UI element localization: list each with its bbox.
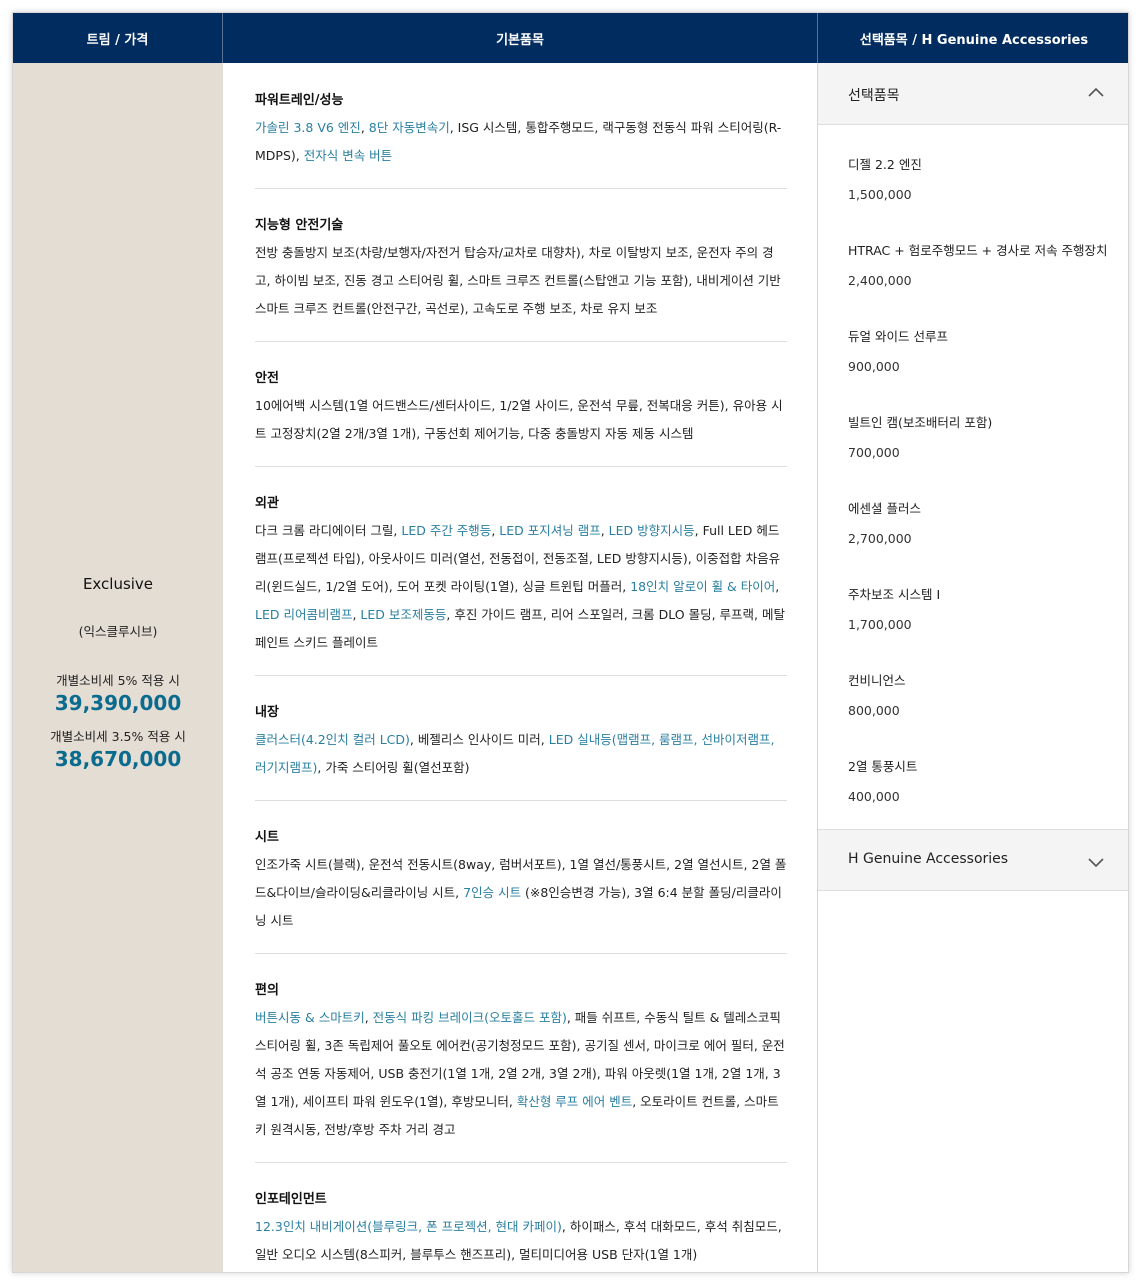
highlighted-feature: 12.3인치 내비게이션(블루링크, 폰 프로젝션, 현대 카페이) xyxy=(255,1219,562,1234)
option-item: 디젤 2.2 엔진 1,500,000 xyxy=(848,154,1118,202)
highlighted-feature: LED 리어콤비램프 xyxy=(255,607,353,622)
section-seats: 시트 인조가죽 시트(블랙), 운전석 전동시트(8way, 럼버서포트), 1… xyxy=(255,826,787,954)
section-divider xyxy=(255,800,787,801)
section-title: 지능형 안전기술 xyxy=(255,218,344,233)
section-body: 클러스터(4.2인치 컬러 LCD), 베젤리스 인사이드 미러, LED 실내… xyxy=(255,726,787,782)
option-price: 1,500,000 xyxy=(848,187,912,202)
trim-name: Exclusive xyxy=(82,575,154,593)
feature-text: , 가죽 스티어링 휠(열선포함) xyxy=(317,760,470,775)
highlighted-feature: LED 주간 주행등 xyxy=(401,523,492,538)
option-name: 디젤 2.2 엔진 xyxy=(848,157,922,172)
option-price: 900,000 xyxy=(848,359,900,374)
options-accordion-title: 선택품목 xyxy=(848,88,900,104)
option-name: 에센셜 플러스 xyxy=(848,501,921,516)
tax-label-3-5: 개별소비세 3.5% 적용 시 xyxy=(50,729,186,744)
section-title: 편의 xyxy=(255,983,279,998)
section-convenience: 편의 버튼시동 & 스마트키, 전동식 파킹 브레이크(오토홀드 포함), 패들… xyxy=(255,979,787,1163)
feature-text: , xyxy=(775,579,780,594)
section-divider xyxy=(255,675,787,676)
section-body: 인조가죽 시트(블랙), 운전석 전동시트(8way, 럼버서포트), 1열 열… xyxy=(255,851,787,935)
highlighted-feature: 전자식 변속 버튼 xyxy=(303,148,393,163)
section-exterior: 외관 다크 크롬 라디에이터 그릴, LED 주간 주행등, LED 포지셔닝 … xyxy=(255,492,787,676)
section-body: 가솔린 3.8 V6 엔진, 8단 자동변속기, ISG 시스템, 통합주행모드… xyxy=(255,114,787,170)
price-5: 39,390,000 xyxy=(54,691,182,715)
basic-items-column: 파워트레인/성능 가솔린 3.8 V6 엔진, 8단 자동변속기, ISG 시스… xyxy=(223,63,818,1272)
section-body: 다크 크롬 라디에이터 그릴, LED 주간 주행등, LED 포지셔닝 램프,… xyxy=(255,517,787,657)
header-options: 선택품목 / H Genuine Accessories xyxy=(859,32,1089,48)
trim-name-korean: (익스클루시브) xyxy=(78,624,158,639)
section-title: 내장 xyxy=(255,705,279,720)
section-body: 버튼시동 & 스마트키, 전동식 파킹 브레이크(오토홀드 포함), 패들 쉬프… xyxy=(255,1004,787,1144)
feature-text: 10에어백 시스템(1열 어드밴스드/센터사이드, 1/2열 사이드, 운전석 … xyxy=(255,398,783,441)
option-name: 빌트인 캠(보조배터리 포함) xyxy=(848,415,993,430)
section-divider xyxy=(255,953,787,954)
option-item: 주차보조 시스템 I 1,700,000 xyxy=(848,584,1118,632)
feature-text: , xyxy=(600,523,609,538)
section-interior: 내장 클러스터(4.2인치 컬러 LCD), 베젤리스 인사이드 미러, LED… xyxy=(255,701,787,801)
header-basic-items: 기본품목 xyxy=(223,13,818,63)
option-name: HTRAC + 험로주행모드 + 경사로 저속 주행장치 xyxy=(848,243,1108,258)
option-price: 400,000 xyxy=(848,789,900,804)
option-item: 듀얼 와이드 선루프 900,000 xyxy=(848,326,1118,374)
section-divider xyxy=(255,466,787,467)
section-divider xyxy=(255,341,787,342)
option-price: 2,400,000 xyxy=(848,273,912,288)
chevron-down-icon xyxy=(1088,858,1104,868)
table-header: 트림 / 가격 기본품목 선택품목 / H Genuine Accessorie… xyxy=(13,13,1128,63)
highlighted-feature: 버튼시동 & 스마트키 xyxy=(255,1010,365,1025)
option-price: 700,000 xyxy=(848,445,900,460)
option-name: 컨비니언스 xyxy=(848,673,906,688)
accessories-accordion-header[interactable]: H Genuine Accessories xyxy=(818,829,1128,891)
options-column: 선택품목 디젤 2.2 엔진 1,500,000 HTRAC + 험로주행모드 … xyxy=(818,63,1128,1272)
highlighted-feature: 클러스터(4.2인치 컬러 LCD) xyxy=(255,732,410,747)
header-trim-price: 트림 / 가격 xyxy=(13,13,223,63)
highlighted-feature: 전동식 파킹 브레이크(오토홀드 포함) xyxy=(372,1010,567,1025)
highlighted-feature: 확산형 루프 에어 벤트 xyxy=(516,1094,633,1109)
feature-text: , xyxy=(360,120,369,135)
accessories-accordion-title: H Genuine Accessories xyxy=(848,851,1009,867)
section-body: 전방 충돌방지 보조(차량/보행자/자전거 탑승자/교차로 대향차), 차로 이… xyxy=(255,239,787,323)
trim-column: Exclusive (익스클루시브) 개별소비세 5% 적용 시 39,390,… xyxy=(13,63,223,1272)
section-intelligent-safety: 지능형 안전기술 전방 충돌방지 보조(차량/보행자/자전거 탑승자/교차로 대… xyxy=(255,214,787,342)
option-item: 빌트인 캠(보조배터리 포함) 700,000 xyxy=(848,412,1118,460)
spec-table: 트림 / 가격 기본품목 선택품목 / H Genuine Accessorie… xyxy=(12,12,1129,1273)
section-body: 10에어백 시스템(1열 어드밴스드/센터사이드, 1/2열 사이드, 운전석 … xyxy=(255,392,787,448)
price-3-5: 38,670,000 xyxy=(54,747,182,771)
option-name: 듀얼 와이드 선루프 xyxy=(848,329,948,344)
section-title: 인포테인먼트 xyxy=(255,1192,327,1207)
section-title: 외관 xyxy=(255,496,279,511)
option-price: 2,700,000 xyxy=(848,531,912,546)
option-item: 에센셜 플러스 2,700,000 xyxy=(848,498,1118,546)
options-accordion-header[interactable]: 선택품목 xyxy=(818,63,1128,125)
option-item: 2열 통풍시트 400,000 xyxy=(848,756,1118,804)
section-infotainment: 인포테인먼트 12.3인치 내비게이션(블루링크, 폰 프로젝션, 현대 카페이… xyxy=(255,1188,787,1272)
section-title: 시트 xyxy=(255,830,279,845)
feature-text: 다크 크롬 라디에이터 그릴, xyxy=(255,523,402,538)
option-name: 2열 통풍시트 xyxy=(848,759,918,774)
option-name: 주차보조 시스템 I xyxy=(848,587,941,602)
highlighted-feature: 8단 자동변속기 xyxy=(368,120,450,135)
highlighted-feature: 18인치 알로이 휠 & 타이어 xyxy=(630,579,776,594)
feature-text: 전방 충돌방지 보조(차량/보행자/자전거 탑승자/교차로 대향차), 차로 이… xyxy=(255,245,781,316)
highlighted-feature: 가솔린 3.8 V6 엔진 xyxy=(255,120,361,135)
highlighted-feature: 7인승 시트 xyxy=(463,885,522,900)
highlighted-feature: LED 방향지시등 xyxy=(608,523,695,538)
highlighted-feature: LED 보조제동등 xyxy=(360,607,447,622)
option-item: 컨비니언스 800,000 xyxy=(848,670,1118,718)
chevron-up-icon xyxy=(1088,87,1104,97)
feature-text: , 베젤리스 인사이드 미러, xyxy=(409,732,549,747)
feature-text: , xyxy=(364,1010,373,1025)
section-divider xyxy=(255,1162,787,1163)
section-title: 안전 xyxy=(255,371,279,386)
section-title: 파워트레인/성능 xyxy=(255,93,344,108)
option-price: 1,700,000 xyxy=(848,617,912,632)
option-item: HTRAC + 험로주행모드 + 경사로 저속 주행장치 2,400,000 xyxy=(848,240,1118,288)
tax-label-5: 개별소비세 5% 적용 시 xyxy=(56,673,180,688)
option-price: 800,000 xyxy=(848,703,900,718)
section-divider xyxy=(255,188,787,189)
section-body: 12.3인치 내비게이션(블루링크, 폰 프로젝션, 현대 카페이), 하이패스… xyxy=(255,1213,787,1269)
section-powertrain: 파워트레인/성능 가솔린 3.8 V6 엔진, 8단 자동변속기, ISG 시스… xyxy=(255,89,787,189)
highlighted-feature: LED 포지셔닝 램프 xyxy=(499,523,601,538)
section-safety: 안전 10에어백 시스템(1열 어드밴스드/센터사이드, 1/2열 사이드, 운… xyxy=(255,367,787,467)
